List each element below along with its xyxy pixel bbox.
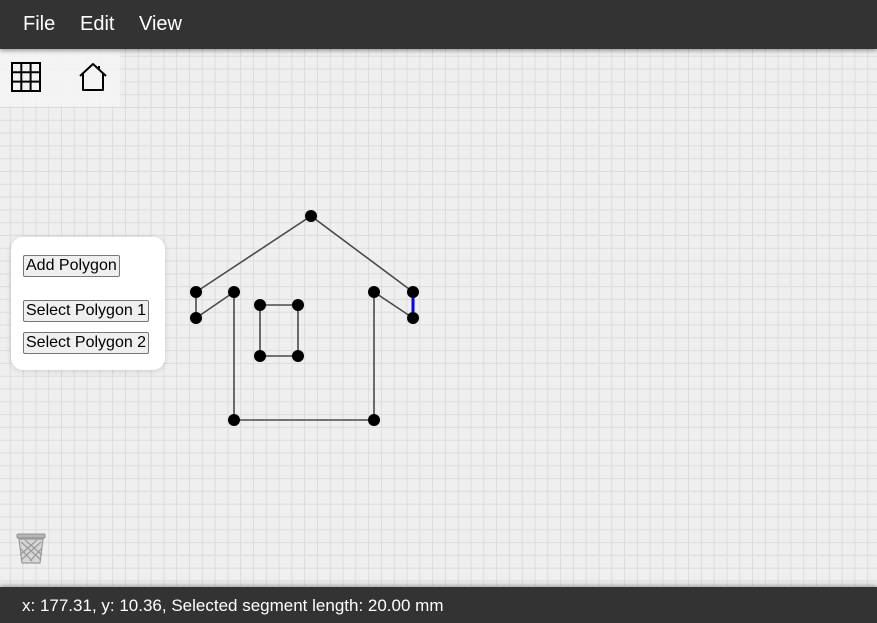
vertex <box>368 414 380 426</box>
vertex <box>228 414 240 426</box>
select-polygon-2-button[interactable]: Select Polygon 2 <box>23 332 150 354</box>
vertex <box>254 299 266 311</box>
eave-left <box>195 291 235 319</box>
vertex <box>254 350 266 362</box>
vertex <box>190 286 202 298</box>
window-outline <box>259 304 299 357</box>
menu-bar: File Edit View <box>0 0 877 49</box>
vertex <box>305 210 317 222</box>
select-polygon-1-button[interactable]: Select Polygon 1 <box>23 300 150 322</box>
vertex <box>292 299 304 311</box>
vertex <box>228 286 240 298</box>
menu-view[interactable]: View <box>139 12 182 36</box>
vertex <box>292 350 304 362</box>
polygon-panel: Add Polygon Select Polygon 1 Select Poly… <box>11 237 165 370</box>
menu-edit[interactable]: Edit <box>80 12 114 36</box>
status-text: x: 177.31, y: 10.36, Selected segment le… <box>22 596 444 615</box>
menu-file[interactable]: File <box>23 12 55 36</box>
add-polygon-button[interactable]: Add Polygon <box>23 255 120 277</box>
vertex <box>368 286 380 298</box>
status-bar: x: 177.31, y: 10.36, Selected segment le… <box>0 587 877 623</box>
vertex <box>407 286 419 298</box>
eave-right <box>373 291 414 319</box>
roof-polyline <box>195 215 414 293</box>
trash-icon[interactable] <box>14 531 48 570</box>
vertex <box>190 312 202 324</box>
vertex <box>407 312 419 324</box>
